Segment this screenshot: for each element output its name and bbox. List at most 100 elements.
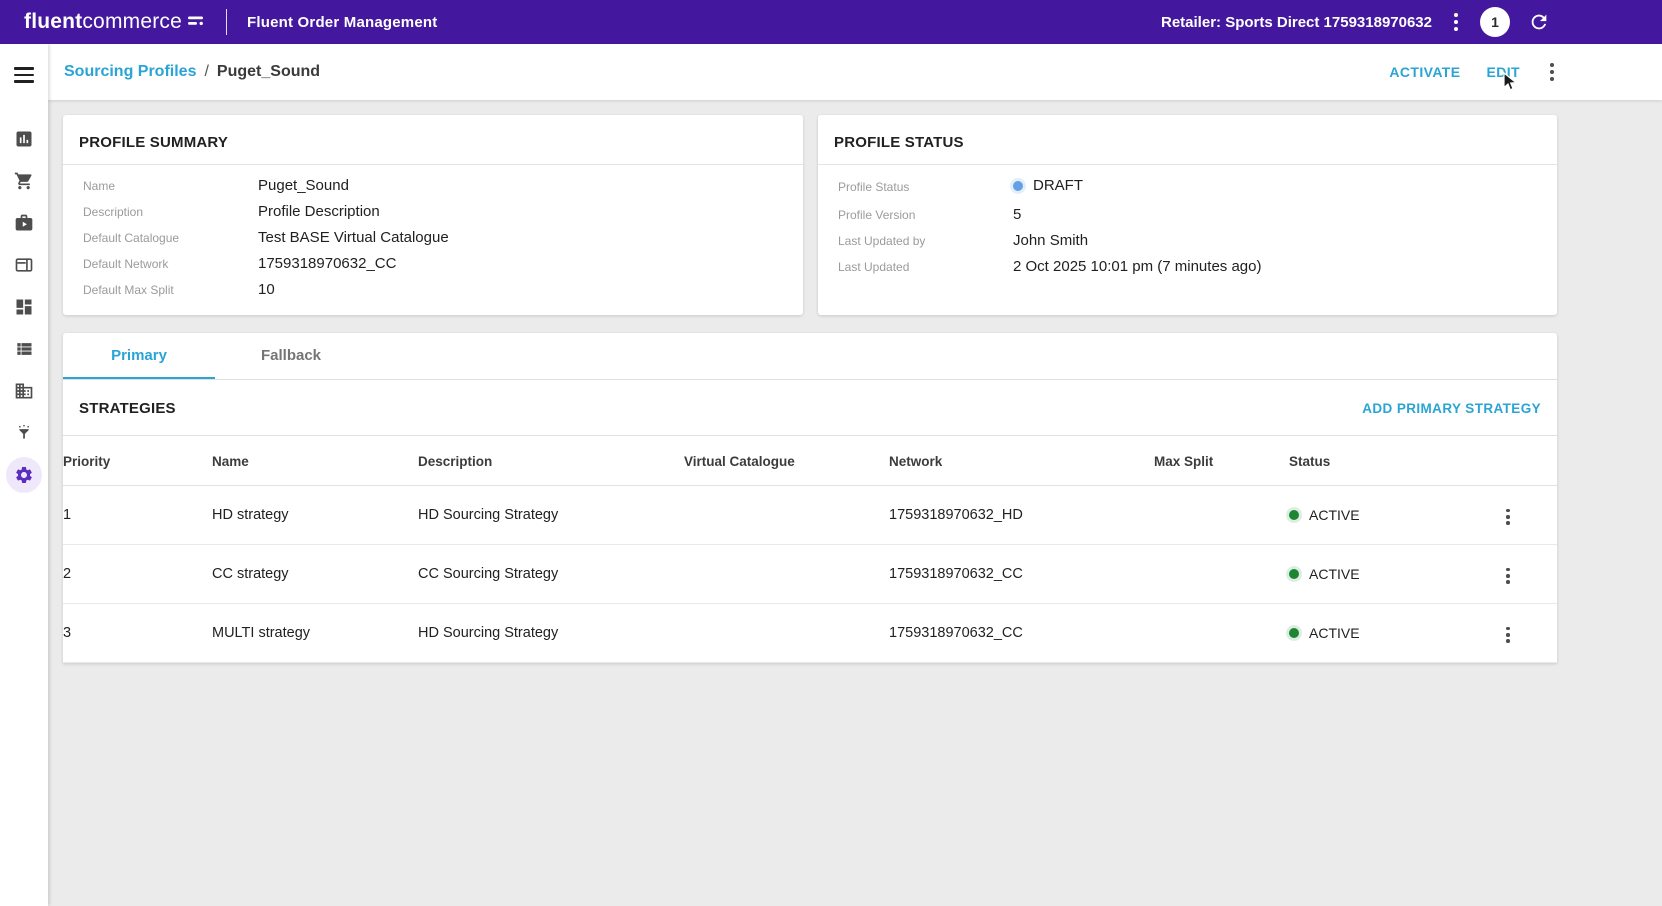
- column-header-actions: [1501, 436, 1557, 486]
- cell-actions: [1501, 486, 1557, 545]
- profile-status-title: PROFILE STATUS: [818, 115, 1557, 165]
- column-header-virtual-catalogue: Virtual Catalogue: [684, 436, 889, 486]
- cell-virtual-catalogue: [684, 486, 889, 545]
- analytics-icon[interactable]: [13, 129, 35, 149]
- cell-priority: 2: [63, 545, 212, 604]
- cell-network: 1759318970632_CC: [889, 545, 1154, 604]
- add-primary-strategy-button[interactable]: ADD PRIMARY STRATEGY: [1362, 401, 1541, 416]
- row-kebab-menu-icon[interactable]: [1501, 563, 1515, 589]
- cell-priority: 3: [63, 604, 212, 663]
- status-field-last-updated-by: Last Updated by John Smith: [838, 232, 1541, 249]
- status-badge: ACTIVE: [1309, 507, 1360, 523]
- field-value: John Smith: [1013, 232, 1088, 249]
- summary-field-default-catalogue: Default Catalogue Test BASE Virtual Cata…: [83, 229, 787, 246]
- table-row[interactable]: 2 CC strategy CC Sourcing Strategy 17593…: [63, 545, 1557, 604]
- column-header-description: Description: [418, 436, 684, 486]
- page-kebab-menu-icon[interactable]: [1546, 59, 1558, 85]
- column-header-name: Name: [212, 436, 418, 486]
- fulfilment-briefcase-icon[interactable]: [13, 213, 35, 233]
- field-label: Profile Version: [838, 208, 1013, 222]
- field-label: Default Network: [83, 257, 258, 271]
- cell-virtual-catalogue: [684, 545, 889, 604]
- field-value: Test BASE Virtual Catalogue: [258, 229, 449, 246]
- strategies-table: Priority Name Description Virtual Catalo…: [63, 435, 1557, 663]
- tab-fallback[interactable]: Fallback: [215, 333, 367, 379]
- draft-status-dot-icon: [1013, 181, 1023, 191]
- profile-summary-card: PROFILE SUMMARY Name Puget_Sound Descrip…: [63, 115, 803, 315]
- column-header-status: Status: [1289, 436, 1501, 486]
- cell-priority: 1: [63, 486, 212, 545]
- list-view-icon[interactable]: [13, 339, 35, 359]
- user-avatar[interactable]: 1: [1480, 7, 1510, 37]
- table-row[interactable]: 1 HD strategy HD Sourcing Strategy 17593…: [63, 486, 1557, 545]
- table-row[interactable]: 3 MULTI strategy HD Sourcing Strategy 17…: [63, 604, 1557, 663]
- settings-gear-icon[interactable]: [13, 465, 35, 485]
- edit-button[interactable]: EDIT: [1487, 64, 1521, 80]
- payments-card-icon[interactable]: [13, 255, 35, 275]
- field-value: Profile Description: [258, 203, 380, 220]
- row-kebab-menu-icon[interactable]: [1501, 504, 1515, 530]
- dashboard-icon[interactable]: [13, 297, 35, 317]
- topbar-divider: [226, 9, 227, 35]
- cell-max-split: [1154, 486, 1289, 545]
- logo-text-light: commerce: [82, 10, 182, 34]
- active-status-dot-icon: [1289, 569, 1299, 579]
- column-header-priority: Priority: [63, 436, 212, 486]
- breadcrumb-sourcing-profiles-link[interactable]: Sourcing Profiles: [64, 63, 196, 81]
- strategies-section-title: STRATEGIES: [79, 400, 176, 417]
- column-header-max-split: Max Split: [1154, 436, 1289, 486]
- menu-icon[interactable]: [10, 63, 38, 87]
- row-kebab-menu-icon[interactable]: [1501, 622, 1515, 648]
- breadcrumb: Sourcing Profiles / Puget_Sound: [64, 63, 320, 81]
- cell-name: MULTI strategy: [212, 604, 418, 663]
- field-label: Description: [83, 205, 258, 219]
- cell-network: 1759318970632_CC: [889, 604, 1154, 663]
- field-value: 1759318970632_CC: [258, 255, 396, 272]
- field-label: Default Max Split: [83, 283, 258, 297]
- cell-max-split: [1154, 545, 1289, 604]
- field-label: Default Catalogue: [83, 231, 258, 245]
- status-field-profile-version: Profile Version 5: [838, 206, 1541, 223]
- field-value: 2 Oct 2025 10:01 pm (7 minutes ago): [1013, 258, 1261, 275]
- left-sidebar: [0, 44, 48, 906]
- field-label: Last Updated: [838, 260, 1013, 274]
- field-label: Last Updated by: [838, 234, 1013, 248]
- profile-summary-title: PROFILE SUMMARY: [63, 115, 803, 165]
- column-header-network: Network: [889, 436, 1154, 486]
- app-title: Fluent Order Management: [247, 14, 437, 31]
- insights-funnel-icon[interactable]: [13, 423, 35, 443]
- activate-button[interactable]: ACTIVATE: [1389, 64, 1460, 80]
- profile-status-card: PROFILE STATUS Profile Status DRAFT Prof…: [818, 115, 1557, 315]
- cell-status: ACTIVE: [1289, 545, 1501, 604]
- fluent-commerce-logo[interactable]: fluentcommerce: [24, 10, 204, 34]
- summary-field-name: Name Puget_Sound: [83, 177, 787, 194]
- page-header: Sourcing Profiles / Puget_Sound ACTIVATE…: [48, 44, 1662, 100]
- status-field-last-updated: Last Updated 2 Oct 2025 10:01 pm (7 minu…: [838, 258, 1541, 275]
- logo-text-bold: fluent: [24, 10, 82, 34]
- fluent-logo-mark-icon: [187, 10, 204, 34]
- breadcrumb-current-page: Puget_Sound: [217, 63, 320, 81]
- field-value: Puget_Sound: [258, 177, 349, 194]
- top-app-bar: fluentcommerce Fluent Order Management R…: [0, 0, 1662, 44]
- status-field-profile-status: Profile Status DRAFT: [838, 177, 1541, 194]
- cell-network: 1759318970632_HD: [889, 486, 1154, 545]
- refresh-icon[interactable]: [1528, 11, 1550, 33]
- summary-field-description: Description Profile Description: [83, 203, 787, 220]
- tab-primary[interactable]: Primary: [63, 333, 215, 379]
- cell-actions: [1501, 604, 1557, 663]
- status-badge: DRAFT: [1033, 177, 1083, 194]
- cell-description: HD Sourcing Strategy: [418, 604, 684, 663]
- summary-field-default-network: Default Network 1759318970632_CC: [83, 255, 787, 272]
- strategies-card: Primary Fallback STRATEGIES ADD PRIMARY …: [63, 333, 1557, 663]
- cell-max-split: [1154, 604, 1289, 663]
- field-label: Name: [83, 179, 258, 193]
- field-value: 5: [1013, 206, 1021, 223]
- main-content: PROFILE SUMMARY Name Puget_Sound Descrip…: [48, 100, 1662, 906]
- orders-cart-icon[interactable]: [13, 171, 35, 191]
- cell-actions: [1501, 545, 1557, 604]
- summary-field-default-max-split: Default Max Split 10: [83, 281, 787, 298]
- topbar-kebab-menu-icon[interactable]: [1450, 9, 1462, 35]
- active-status-dot-icon: [1289, 510, 1299, 520]
- locations-building-icon[interactable]: [13, 381, 35, 401]
- tab-bar: Primary Fallback: [63, 333, 1557, 380]
